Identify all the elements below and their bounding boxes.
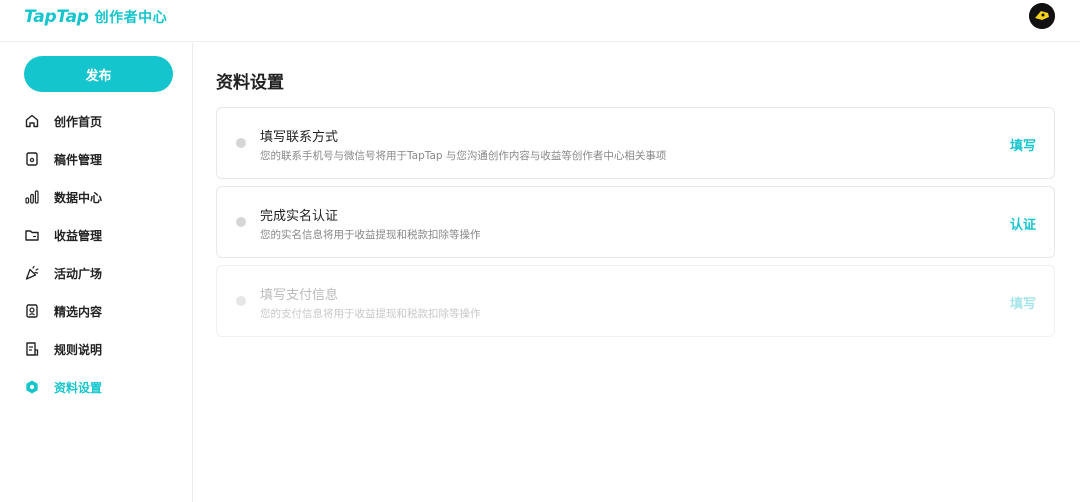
- fill-contact-button[interactable]: 填写: [1010, 135, 1036, 154]
- verify-button[interactable]: 认证: [1010, 214, 1036, 233]
- card-description: 您的实名信息将用于收益提现和税款扣除等操作: [260, 229, 481, 241]
- sidebar-item-home[interactable]: 创作首页: [24, 102, 184, 140]
- status-dot: [236, 296, 246, 306]
- sidebar-item-label: 资料设置: [54, 380, 103, 395]
- settings-card-contact: 填写联系方式 您的联系手机号与微信号将用于TapTap 与您沟通创作内容与收益等…: [216, 107, 1055, 179]
- rules-icon: [24, 341, 40, 357]
- settings-card-payment: 填写支付信息 您的支付信息将用于收益提现和税款扣除等操作 填写: [216, 265, 1055, 337]
- avatar-icon: [1029, 3, 1055, 29]
- party-icon: [24, 265, 40, 281]
- sidebar-item-rules[interactable]: 规则说明: [24, 330, 184, 368]
- sidebar-nav: 创作首页 稿件管理 数据中心 收益管理 活动广场 精选内容 规则说明 资料设置: [24, 102, 184, 406]
- logo[interactable]: TapTap 创作者中心: [24, 6, 167, 28]
- home-icon: [24, 113, 40, 129]
- card-description: 您的支付信息将用于收益提现和税款扣除等操作: [260, 308, 481, 320]
- status-dot: [236, 138, 246, 148]
- settings-card-verification: 完成实名认证 您的实名信息将用于收益提现和税款扣除等操作 认证: [216, 186, 1055, 258]
- sidebar-item-label: 稿件管理: [54, 152, 103, 167]
- sidebar-item-label: 收益管理: [54, 228, 103, 243]
- sidebar-item-activities[interactable]: 活动广场: [24, 254, 184, 292]
- sidebar-item-label: 活动广场: [54, 266, 103, 281]
- logo-subtitle: 创作者中心: [94, 10, 168, 26]
- sidebar-item-profile-settings[interactable]: 资料设置: [24, 368, 184, 406]
- page-title: 资料设置: [216, 73, 284, 93]
- sidebar-item-label: 数据中心: [54, 190, 103, 205]
- publish-button[interactable]: 发布: [24, 56, 173, 92]
- sidebar-item-label: 精选内容: [54, 304, 103, 319]
- sidebar-item-label: 创作首页: [54, 114, 103, 129]
- fill-payment-button[interactable]: 填写: [1010, 293, 1036, 312]
- featured-icon: [24, 303, 40, 319]
- sidebar-item-revenue[interactable]: 收益管理: [24, 216, 184, 254]
- top-bar: TapTap 创作者中心: [0, 0, 1080, 42]
- folder-icon: [24, 227, 40, 243]
- logo-brand: TapTap: [24, 7, 89, 27]
- sidebar-item-label: 规则说明: [54, 342, 103, 357]
- sidebar-item-featured[interactable]: 精选内容: [24, 292, 184, 330]
- card-description: 您的联系手机号与微信号将用于TapTap 与您沟通创作内容与收益等创作者中心相关…: [260, 150, 667, 162]
- card-title: 填写支付信息: [260, 288, 339, 303]
- sidebar-item-data[interactable]: 数据中心: [24, 178, 184, 216]
- status-dot: [236, 217, 246, 227]
- bar-chart-icon: [24, 189, 40, 205]
- sidebar-item-manuscripts[interactable]: 稿件管理: [24, 140, 184, 178]
- card-title: 填写联系方式: [260, 130, 339, 145]
- card-title: 完成实名认证: [260, 209, 339, 224]
- settings-icon: [24, 379, 40, 395]
- avatar[interactable]: [1029, 3, 1055, 29]
- sidebar: 发布 创作首页 稿件管理 数据中心 收益管理 活动广场 精选内容 规则说明 资料…: [0, 43, 193, 502]
- document-icon: [24, 151, 40, 167]
